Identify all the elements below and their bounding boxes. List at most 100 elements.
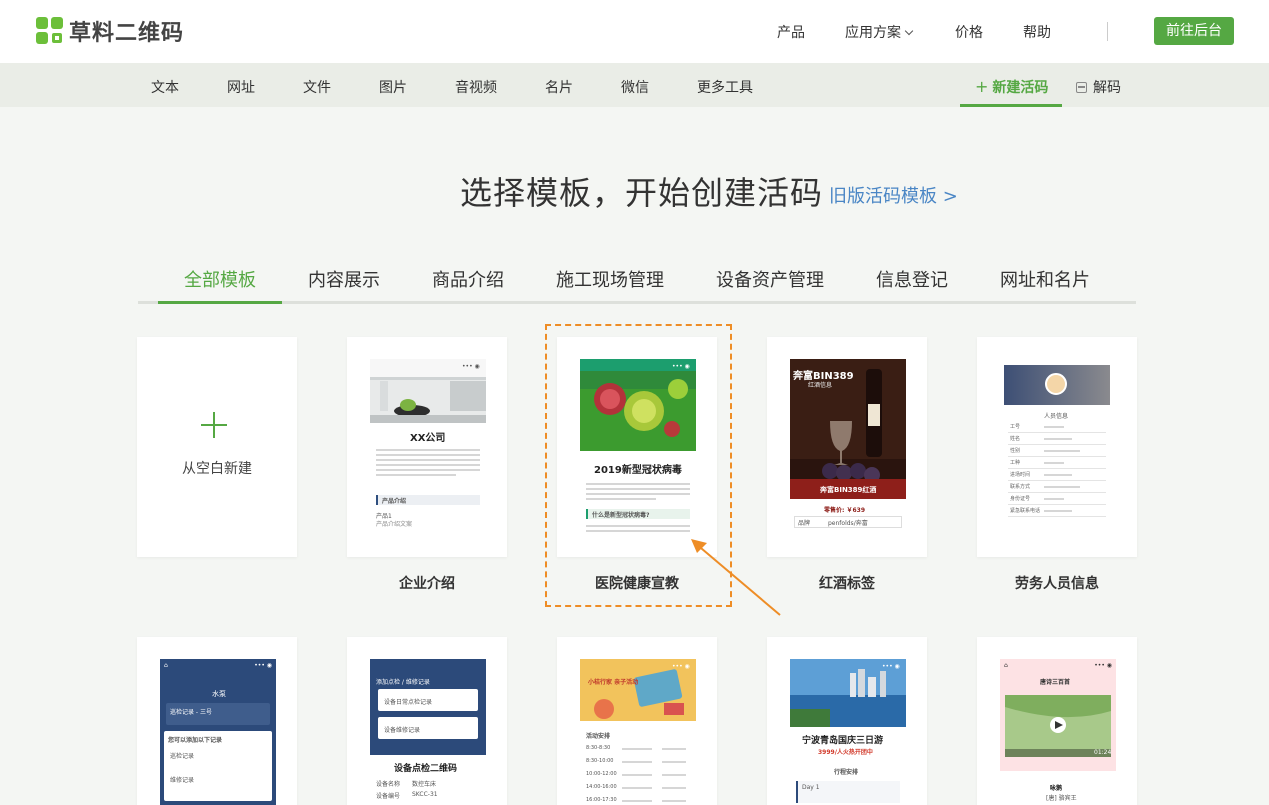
thumb-line: 活动安排 bbox=[586, 733, 611, 740]
home-icon: ⌂ bbox=[164, 662, 168, 669]
thumb-title: 设备点检二维码 bbox=[394, 764, 458, 774]
thumb-cell: 数控车床 bbox=[412, 781, 437, 788]
subnav-file[interactable]: 文件 bbox=[303, 77, 331, 97]
plus-icon bbox=[201, 412, 229, 440]
thumb-line: 添加点检 / 维修记录 bbox=[376, 679, 430, 686]
video-time: 01:24 bbox=[1094, 749, 1112, 756]
table-row bbox=[1008, 468, 1106, 469]
template-card-tour[interactable]: ••• ◉ 宁波青岛国庆三日游 3999/人火热开团中 行程安排 Day 1 bbox=[767, 637, 927, 805]
table-row bbox=[1008, 504, 1106, 505]
thumb-title: 宁波青岛国庆三日游 bbox=[802, 736, 884, 746]
tab-construction[interactable]: 施工现场管理 bbox=[556, 266, 664, 292]
tab-equipment[interactable]: 设备资产管理 bbox=[716, 266, 824, 292]
thumb-line: 您可以添加以下记录 bbox=[168, 737, 223, 744]
thumb-line: 巡检记录 - 三号 bbox=[170, 709, 212, 716]
subnav-url[interactable]: 网址 bbox=[227, 77, 255, 97]
new-code-tab[interactable]: + 新建活码 bbox=[975, 77, 1048, 97]
template-card-water-pump[interactable]: ⌂ ••• ◉ 水泵 巡检记录 - 三号 您可以添加以下记录 巡检记录 维修记录 bbox=[137, 637, 297, 805]
thumb-subtitle: 红酒信息 bbox=[808, 382, 833, 389]
nav-help[interactable]: 帮助 bbox=[1023, 22, 1051, 42]
table-row-value bbox=[1044, 426, 1064, 428]
template-thumbnail: ••• ◉ 小桔行家 亲子活动 活动安排 8:30-8:30 8:30-10:00… bbox=[580, 659, 696, 805]
schedule-activity bbox=[622, 787, 652, 789]
table-row-label: 姓名 bbox=[1010, 436, 1021, 442]
go-backend-button[interactable]: 前往后台 bbox=[1154, 17, 1234, 45]
table-row bbox=[1008, 516, 1106, 517]
subnav-av[interactable]: 音视频 bbox=[455, 77, 497, 97]
template-card-company[interactable]: ••• ◉ XX公司 产品介绍 产品1 产品介绍文案 bbox=[347, 337, 507, 557]
thumb-line: 巡检记录 bbox=[170, 753, 195, 760]
nav-solutions-label: 应用方案 bbox=[845, 25, 901, 41]
template-thumbnail: ••• ◉ 宁波青岛国庆三日游 3999/人火热开团中 行程安排 Day 1 bbox=[790, 659, 906, 805]
thumb-product-desc: 产品介绍文案 bbox=[376, 521, 413, 528]
svg-text:••• ◉: ••• ◉ bbox=[882, 663, 900, 670]
thumb-price: 3999/人火热开团中 bbox=[818, 749, 873, 756]
template-thumbnail: ⌂ ••• ◉ 唐诗三百首 01:24 咏鹅 [唐] 骆宾王 bbox=[1000, 659, 1116, 805]
schedule-activity bbox=[622, 748, 652, 750]
template-label-worker[interactable]: 劳务人员信息 bbox=[977, 573, 1137, 593]
nav-pricing[interactable]: 价格 bbox=[955, 22, 983, 42]
blank-template-card[interactable]: 从空白新建 bbox=[137, 337, 297, 557]
template-label-wine[interactable]: 红酒标签 bbox=[767, 573, 927, 593]
brand-name: 草料二维码 bbox=[69, 21, 185, 46]
template-thumbnail: 添加点检 / 维修记录 设备日常点检记录 设备维修记录 设备点检二维码 设备名称… bbox=[370, 659, 486, 805]
active-tab-indicator bbox=[158, 301, 282, 304]
table-row bbox=[1008, 492, 1106, 493]
tab-all[interactable]: 全部模板 bbox=[184, 266, 256, 292]
template-thumbnail: ••• ◉ XX公司 产品介绍 产品1 产品介绍文案 bbox=[370, 359, 486, 557]
schedule-time: 16:00-17:30 bbox=[586, 797, 617, 803]
template-card-poem[interactable]: ⌂ ••• ◉ 唐诗三百首 01:24 咏鹅 [唐] 骆宾王 bbox=[977, 637, 1137, 805]
page-title: 选择模板，开始创建活码 bbox=[460, 174, 824, 212]
template-card-event[interactable]: ••• ◉ 小桔行家 亲子活动 活动安排 8:30-8:30 8:30-10:00… bbox=[557, 637, 717, 805]
schedule-location bbox=[662, 748, 686, 750]
thumb-section: 产品介绍 bbox=[382, 498, 407, 505]
text-line bbox=[376, 474, 456, 476]
thumb-line: 设备维修记录 bbox=[384, 727, 421, 734]
subnav-image[interactable]: 图片 bbox=[379, 77, 407, 97]
thumb-row-key: 品牌 bbox=[798, 520, 811, 527]
subnav-more-tools[interactable]: 更多工具 bbox=[697, 77, 753, 97]
old-templates-link[interactable]: 旧版活码模板 > bbox=[829, 182, 958, 208]
schedule-location bbox=[662, 787, 686, 789]
tab-product[interactable]: 商品介绍 bbox=[432, 266, 504, 292]
table-row-value bbox=[1044, 498, 1064, 500]
thumb-title: XX公司 bbox=[410, 433, 446, 444]
thumb-row-value: penfolds/奔富 bbox=[828, 520, 868, 527]
thumb-poem-title: 咏鹅 bbox=[1050, 785, 1063, 792]
thumb-day: Day 1 bbox=[802, 784, 820, 791]
subnav-wechat[interactable]: 微信 bbox=[621, 77, 649, 97]
thumb-banner: 小桔行家 亲子活动 bbox=[588, 679, 639, 686]
nav-products[interactable]: 产品 bbox=[777, 22, 805, 42]
schedule-location bbox=[662, 800, 686, 802]
brand-logo[interactable]: 草料二维码 bbox=[36, 15, 184, 47]
subnav-card[interactable]: 名片 bbox=[545, 77, 573, 97]
tab-registration[interactable]: 信息登记 bbox=[876, 266, 948, 292]
template-thumbnail: 奔富BIN389 红酒信息 奔富BIN389红酒 零售价: ￥639 品牌 pe… bbox=[790, 359, 906, 557]
plus-icon: + bbox=[975, 77, 989, 96]
table-row bbox=[1008, 456, 1106, 457]
thumb-banner: 奔富BIN389红酒 bbox=[820, 486, 877, 494]
tab-content[interactable]: 内容展示 bbox=[308, 266, 380, 292]
top-header: 草料二维码 产品 应用方案 价格 帮助 前往后台 bbox=[0, 0, 1269, 63]
template-card-wine[interactable]: 奔富BIN389 红酒信息 奔富BIN389红酒 零售价: ￥639 品牌 pe… bbox=[767, 337, 927, 557]
template-thumbnail: ⌂ ••• ◉ 水泵 巡检记录 - 三号 您可以添加以下记录 巡检记录 维修记录 bbox=[160, 659, 276, 805]
subnav-text[interactable]: 文本 bbox=[151, 77, 179, 97]
tab-url-card[interactable]: 网址和名片 bbox=[1000, 266, 1090, 292]
schedule-time: 8:30-8:30 bbox=[586, 745, 611, 751]
menu-dots-icon: ••• ◉ bbox=[254, 662, 272, 669]
template-card-inspection[interactable]: 添加点检 / 维修记录 设备日常点检记录 设备维修记录 设备点检二维码 设备名称… bbox=[347, 637, 507, 805]
template-label-company[interactable]: 企业介绍 bbox=[347, 573, 507, 593]
template-card-worker[interactable]: 人员信息 工号 姓名 性别 工种 进场时间 联系方式 身份证号 紧急联系电话 bbox=[977, 337, 1137, 557]
pointer-arrow-icon bbox=[691, 539, 781, 616]
template-thumbnail: 人员信息 工号 姓名 性别 工种 进场时间 联系方式 身份证号 紧急联系电话 bbox=[1004, 359, 1110, 557]
schedule-activity bbox=[622, 800, 652, 802]
new-code-label: 新建活码 bbox=[992, 80, 1049, 96]
decode-tab[interactable]: 解码 bbox=[1076, 77, 1121, 97]
table-row-label: 进场时间 bbox=[1010, 472, 1031, 478]
table-row-value bbox=[1044, 474, 1072, 476]
svg-text:••• ◉: ••• ◉ bbox=[462, 363, 480, 370]
schedule-location bbox=[662, 774, 686, 776]
decode-label: 解码 bbox=[1093, 80, 1121, 96]
nav-solutions[interactable]: 应用方案 bbox=[845, 22, 914, 42]
table-row-label: 联系方式 bbox=[1010, 484, 1031, 490]
